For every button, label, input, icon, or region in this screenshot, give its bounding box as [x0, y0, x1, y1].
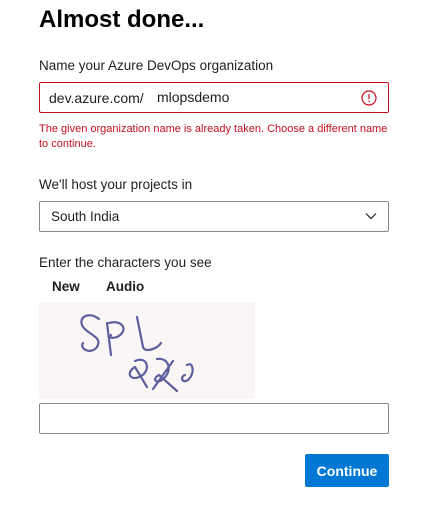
captcha-input[interactable] [39, 403, 389, 434]
organization-name-input[interactable] [157, 86, 357, 108]
page-title: Almost done... [39, 6, 205, 33]
continue-button[interactable]: Continue [305, 454, 389, 487]
region-select[interactable]: South India [39, 201, 389, 232]
captcha-audio-link[interactable]: Audio [106, 279, 144, 294]
captcha-label: Enter the characters you see [39, 255, 212, 270]
region-label: We'll host your projects in [39, 177, 193, 192]
error-circle-icon [361, 90, 377, 106]
captcha-new-link[interactable]: New [52, 279, 80, 294]
organization-name-field[interactable]: dev.azure.com/ [39, 82, 389, 113]
chevron-down-icon [365, 213, 377, 220]
captcha-image [39, 303, 255, 399]
region-selected-value: South India [51, 209, 120, 224]
organization-url-prefix: dev.azure.com/ [49, 90, 144, 106]
organization-name-error: The given organization name is already t… [39, 123, 388, 150]
organization-name-label: Name your Azure DevOps organization [39, 58, 274, 73]
captcha-glyphs [80, 314, 194, 393]
